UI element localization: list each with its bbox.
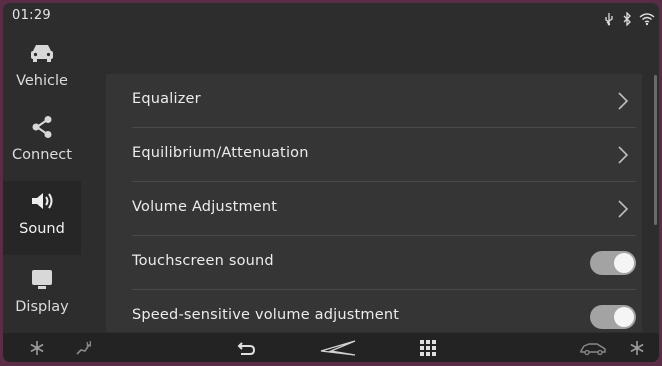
speed-sensitive-volume-toggle[interactable]: [590, 305, 636, 329]
display-icon: [27, 267, 57, 291]
usb-icon: [603, 11, 615, 26]
share-icon: [27, 115, 57, 139]
touchscreen-sound-toggle[interactable]: [590, 251, 636, 275]
row-label: Volume Adjustment: [132, 199, 278, 215]
sound-settings-list: Equalizer Equilibrium/Attenuation Volume…: [106, 74, 642, 332]
status-bar: 01:29: [3, 3, 659, 33]
car-icon[interactable]: [578, 338, 608, 358]
settings-row-volume-adjustment[interactable]: Volume Adjustment: [106, 182, 642, 236]
bottom-bar: [3, 333, 659, 362]
fan-icon[interactable]: [627, 338, 647, 358]
row-label: Speed-sensitive volume adjustment: [132, 307, 400, 323]
sidebar-item-display[interactable]: Display: [3, 259, 81, 333]
sidebar-item-connect[interactable]: Connect: [3, 107, 81, 181]
chevron-right-icon: [616, 91, 630, 111]
row-label: Equilibrium/Attenuation: [132, 145, 309, 161]
toggle-knob: [614, 253, 634, 273]
sidebar: Vehicle Connect Sound Display: [3, 33, 81, 333]
settings-row-equalizer[interactable]: Equalizer: [106, 74, 642, 128]
sidebar-item-label: Vehicle: [16, 73, 68, 89]
toggle-knob: [614, 307, 634, 327]
sidebar-item-vehicle[interactable]: Vehicle: [3, 33, 81, 107]
sidebar-item-label: Display: [15, 299, 69, 315]
brand-logo-icon[interactable]: [319, 338, 359, 358]
status-icons: [603, 11, 655, 27]
sidebar-item-sound[interactable]: Sound: [3, 181, 81, 255]
apps-grid-icon[interactable]: [418, 338, 438, 358]
fan-icon[interactable]: [27, 338, 47, 358]
chevron-right-icon: [616, 199, 630, 219]
settings-row-equilibrium-attenuation[interactable]: Equilibrium/Attenuation: [106, 128, 642, 182]
seat-heat-icon[interactable]: [73, 338, 95, 358]
sidebar-item-label: Connect: [12, 147, 72, 163]
wifi-icon: [639, 11, 655, 26]
speaker-icon: [27, 189, 57, 213]
sidebar-item-label: Sound: [19, 221, 65, 237]
infotainment-screen: 01:29 Vehicle Connect Sound Display Equa…: [3, 3, 659, 362]
chevron-right-icon: [616, 145, 630, 165]
bluetooth-icon: [621, 11, 633, 27]
scrollbar[interactable]: [654, 75, 657, 225]
back-icon[interactable]: [236, 338, 258, 358]
car-icon: [27, 41, 57, 65]
clock: 01:29: [12, 8, 51, 23]
row-label: Equalizer: [132, 91, 201, 107]
settings-row-touchscreen-sound: Touchscreen sound: [106, 236, 642, 290]
row-label: Touchscreen sound: [132, 253, 274, 269]
